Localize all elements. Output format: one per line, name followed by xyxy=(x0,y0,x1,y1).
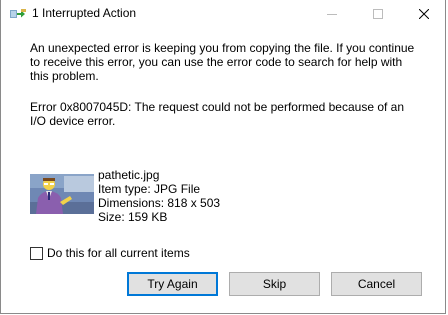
error-description: An unexpected error is keeping you from … xyxy=(30,41,415,83)
error-dialog: 1 Interrupted Action An unexpected error… xyxy=(0,0,446,314)
window-title: 1 Interrupted Action xyxy=(32,6,137,20)
error-code-message: Error 0x8007045D: The request could not … xyxy=(30,100,405,128)
skip-button[interactable]: Skip xyxy=(229,272,320,296)
file-type: Item type: JPG File xyxy=(98,182,201,196)
close-icon xyxy=(419,9,429,19)
file-details: pathetic.jpg Item type: JPG File Dimensi… xyxy=(98,168,220,224)
file-thumbnail xyxy=(30,174,94,214)
apply-to-all-checkbox[interactable] xyxy=(30,247,43,260)
close-button[interactable] xyxy=(401,0,445,28)
file-name: pathetic.jpg xyxy=(98,168,160,182)
minimize-icon xyxy=(327,14,337,15)
copy-progress-icon xyxy=(10,7,27,20)
minimize-button[interactable] xyxy=(309,0,355,28)
maximize-button[interactable] xyxy=(355,0,401,28)
maximize-icon xyxy=(373,9,383,19)
file-size: Size: 159 KB xyxy=(98,210,168,224)
title-bar[interactable]: 1 Interrupted Action xyxy=(1,0,445,28)
try-again-button[interactable]: Try Again xyxy=(127,272,218,296)
apply-to-all-label[interactable]: Do this for all current items xyxy=(47,246,190,260)
file-dimensions: Dimensions: 818 x 503 xyxy=(98,196,221,210)
dialog-content: An unexpected error is keeping you from … xyxy=(1,28,445,313)
cancel-button[interactable]: Cancel xyxy=(331,272,422,296)
